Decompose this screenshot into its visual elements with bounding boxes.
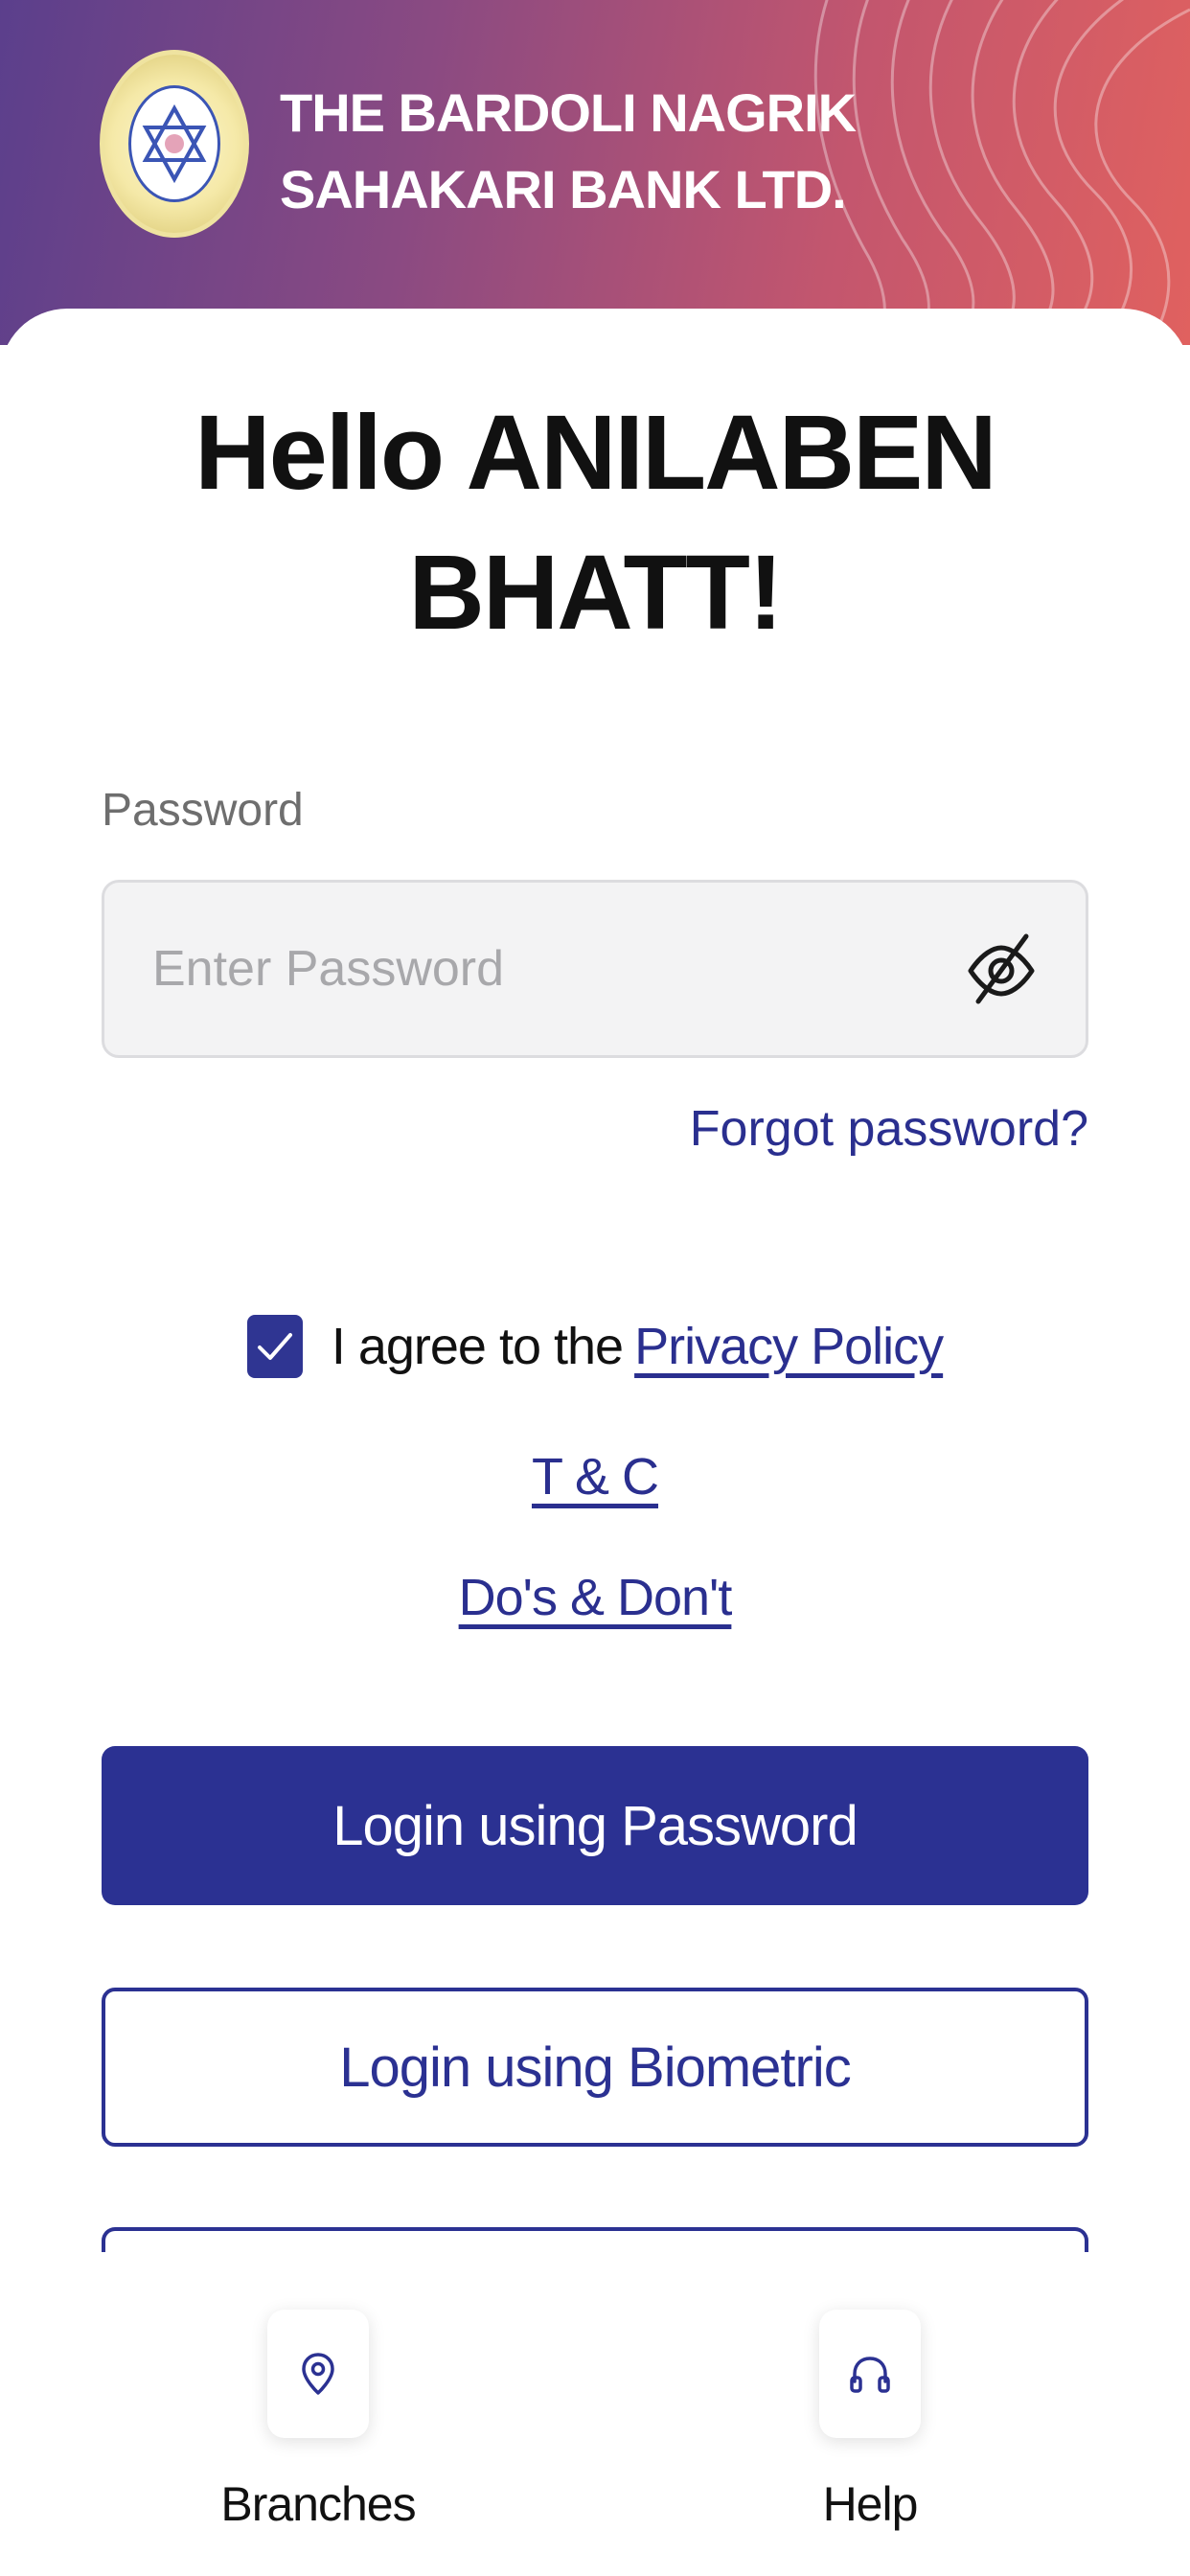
bank-name: THE BARDOLI NAGRIK SAHAKARI BANK LTD.	[280, 82, 857, 219]
privacy-policy-link[interactable]: Privacy Policy	[634, 1317, 944, 1376]
star-emblem-icon	[142, 104, 207, 184]
tnc-link[interactable]: T & C	[532, 1448, 659, 1506]
nav-help[interactable]: Help	[726, 2310, 1014, 2532]
forgot-password-link[interactable]: Forgot password?	[690, 1100, 1088, 1158]
agree-text: I agree to the	[331, 1318, 624, 1375]
login-password-button[interactable]: Login using Password	[102, 1746, 1088, 1905]
eye-off-icon[interactable]	[961, 929, 1041, 1009]
location-pin-icon	[302, 2353, 334, 2395]
bank-logo	[100, 50, 249, 238]
agree-checkbox[interactable]	[246, 1315, 303, 1378]
nav-branches-icon-box[interactable]	[267, 2310, 369, 2438]
login-biometric-button[interactable]: Login using Biometric	[102, 1988, 1088, 2147]
greeting-title: Hello ANILABEN BHATT!	[195, 394, 997, 652]
header: THE BARDOLI NAGRIK SAHAKARI BANK LTD.	[0, 0, 1190, 345]
checkmark-icon	[257, 1333, 292, 1360]
headphones-icon	[850, 2357, 890, 2393]
dos-donts-row: Do's & Don't	[0, 1568, 1190, 1627]
dos-donts-link[interactable]: Do's & Don't	[459, 1569, 733, 1626]
tnc-row: T & C	[0, 1447, 1190, 1506]
nav-branches[interactable]: Branches	[174, 2310, 462, 2532]
agreement-row: I agree to the Privacy Policy	[0, 1303, 1190, 1390]
nav-help-icon-box[interactable]	[819, 2310, 921, 2438]
password-label: Password	[102, 785, 304, 836]
password-field[interactable]	[102, 880, 1088, 1058]
bank-logo-icon	[128, 85, 220, 202]
bottom-nav: Branches Help	[0, 2252, 1190, 2576]
nav-branches-label: Branches	[220, 2477, 416, 2531]
password-input[interactable]	[152, 883, 995, 1055]
nav-help-label: Help	[822, 2477, 919, 2531]
